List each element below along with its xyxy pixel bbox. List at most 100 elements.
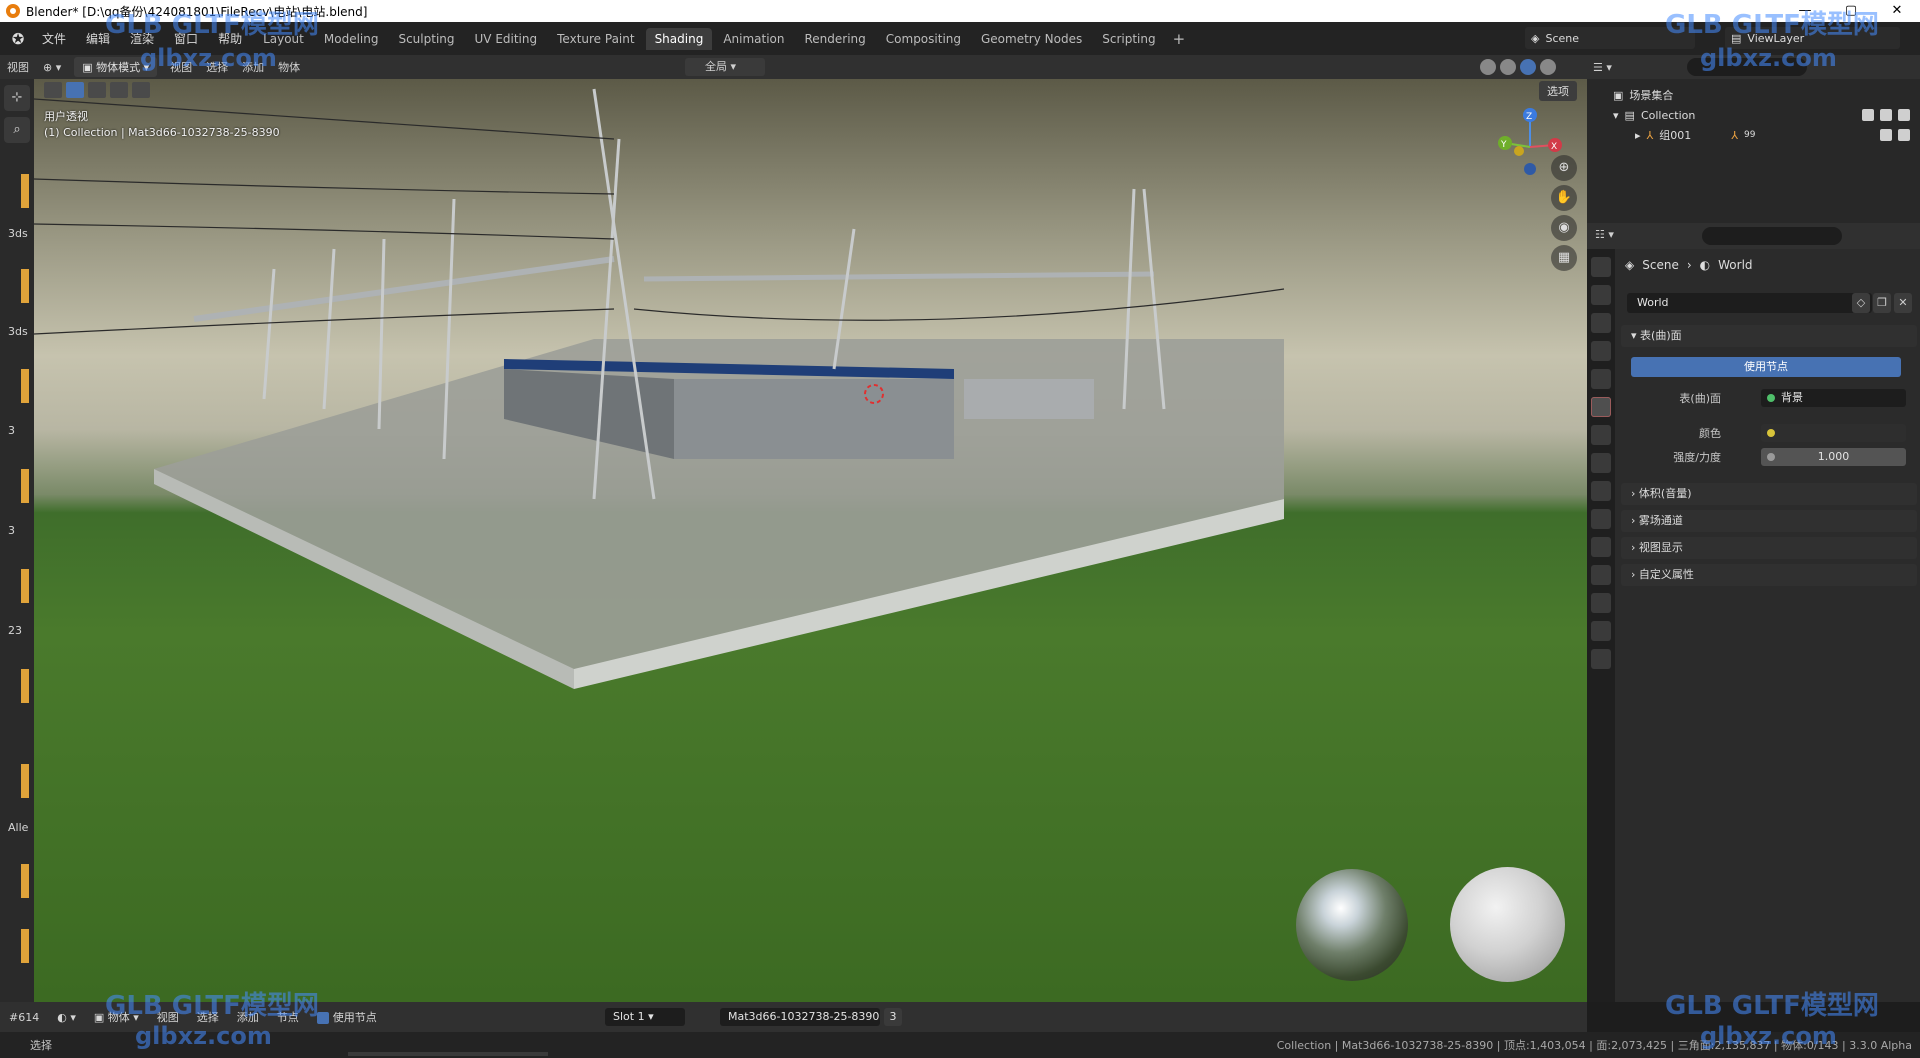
surface-panel-title[interactable]: ▾ 表(曲)面: [1621, 325, 1917, 347]
constraints-tab-icon[interactable]: [1591, 565, 1611, 585]
menu-render[interactable]: 渲染: [120, 30, 164, 47]
collection-row[interactable]: ▾ ▤ Collection: [1587, 105, 1920, 125]
render-tab-icon[interactable]: [1591, 285, 1611, 305]
tool-toggle-button[interactable]: [44, 82, 62, 98]
transform-orientation-dropdown[interactable]: 全局 ▾: [685, 58, 765, 76]
data-tab-icon[interactable]: [1591, 593, 1611, 613]
menu-window[interactable]: 窗口: [164, 30, 208, 47]
select-extend-button[interactable]: [88, 82, 106, 98]
menu-view[interactable]: 视图: [148, 1009, 188, 1025]
menu-select[interactable]: 选择: [199, 59, 235, 75]
render-camera-icon[interactable]: [1898, 109, 1910, 121]
world-datablock-field[interactable]: World: [1627, 293, 1872, 313]
tab-animation[interactable]: Animation: [714, 28, 793, 50]
tool-tab-icon[interactable]: [1591, 257, 1611, 277]
group-row[interactable]: ▸ ⅄ 组001 ⅄ 99: [1587, 125, 1920, 145]
visibility-eye-icon[interactable]: [1880, 129, 1892, 141]
scene-selector[interactable]: ◈ Scene: [1525, 27, 1695, 49]
wireframe-shading-button[interactable]: [1480, 59, 1496, 75]
menu-object[interactable]: 物体: [271, 59, 307, 75]
rendered-shading-button[interactable]: [1540, 59, 1556, 75]
asset-thumbnail[interactable]: [21, 669, 29, 703]
editor-type-label[interactable]: 视图: [0, 59, 36, 75]
collection-tab-icon[interactable]: [1591, 425, 1611, 445]
asset-thumbnail[interactable]: [21, 764, 29, 798]
fake-user-icon[interactable]: ◇: [1852, 293, 1870, 313]
material-preview-shading-button[interactable]: [1520, 59, 1536, 75]
duplicate-icon[interactable]: ❐: [1873, 293, 1891, 313]
particles-tab-icon[interactable]: [1591, 509, 1611, 529]
tab-shading[interactable]: Shading: [645, 27, 713, 50]
custom-properties-panel[interactable]: › 自定义属性: [1621, 564, 1917, 586]
object-tab-icon[interactable]: [1591, 453, 1611, 473]
material-user-count[interactable]: 3: [884, 1008, 902, 1026]
search-tool-icon[interactable]: ⌕: [4, 117, 30, 143]
exclude-checkbox[interactable]: [1862, 109, 1874, 121]
modifier-tab-icon[interactable]: [1591, 481, 1611, 501]
texture-tab-icon[interactable]: [1591, 649, 1611, 669]
menu-view[interactable]: 视图: [163, 59, 199, 75]
unlink-icon[interactable]: ✕: [1894, 293, 1912, 313]
menu-file[interactable]: 文件: [32, 30, 76, 47]
use-nodes-checkbox[interactable]: 使用节点: [308, 1009, 386, 1025]
properties-editor-icon[interactable]: ☷ ▾: [1595, 228, 1614, 241]
asset-thumbnail[interactable]: [21, 469, 29, 503]
menu-add[interactable]: 添加: [228, 1009, 268, 1025]
solid-shading-button[interactable]: [1500, 59, 1516, 75]
select-box-button[interactable]: [66, 82, 84, 98]
close-button[interactable]: ✕: [1874, 0, 1920, 22]
world-tab-icon[interactable]: [1591, 397, 1611, 417]
menu-add[interactable]: 添加: [235, 59, 271, 75]
tab-modeling[interactable]: Modeling: [315, 28, 388, 50]
tab-uv-editing[interactable]: UV Editing: [466, 28, 547, 50]
material-slot-dropdown[interactable]: Slot 1 ▾: [605, 1008, 685, 1026]
tab-sculpting[interactable]: Sculpting: [389, 28, 463, 50]
expand-arrow-icon[interactable]: ▾: [1613, 109, 1619, 122]
camera-icon[interactable]: ◉: [1551, 215, 1577, 241]
ortho-grid-icon[interactable]: ▦: [1551, 245, 1577, 271]
menu-edit[interactable]: 编辑: [76, 30, 120, 47]
minimize-button[interactable]: —: [1782, 0, 1828, 22]
menu-select[interactable]: 选择: [188, 1009, 228, 1025]
maximize-button[interactable]: ▢: [1828, 0, 1874, 22]
outliner-editor-icon[interactable]: ☰ ▾: [1593, 61, 1612, 74]
volume-panel[interactable]: › 体积(音量): [1621, 483, 1917, 505]
properties-search-input[interactable]: [1702, 227, 1842, 245]
color-field[interactable]: [1761, 424, 1906, 442]
3d-viewport[interactable]: 选项 用户透视 (1) Collection | Mat3d66-1032738…: [34, 79, 1587, 1002]
strength-field[interactable]: 1.000: [1761, 448, 1906, 466]
visibility-eye-icon[interactable]: [1880, 109, 1892, 121]
surface-panel[interactable]: ▾ 表(曲)面: [1621, 325, 1917, 347]
mist-pass-panel[interactable]: › 雾场通道: [1621, 510, 1917, 532]
expand-arrow-icon[interactable]: ▸: [1635, 129, 1641, 142]
object-shader-type[interactable]: ▣ 物体 ▾: [85, 1009, 148, 1025]
view-layer-tab-icon[interactable]: [1591, 341, 1611, 361]
asset-thumbnail[interactable]: [21, 369, 29, 403]
tab-compositing[interactable]: Compositing: [877, 28, 970, 50]
surface-shader-field[interactable]: 背景: [1761, 389, 1906, 407]
blender-logo-icon[interactable]: ✪: [4, 28, 32, 50]
asset-thumbnail[interactable]: [21, 174, 29, 208]
asset-thumbnail[interactable]: [21, 569, 29, 603]
editor-type-dropdown[interactable]: ◐ ▾: [48, 1011, 85, 1024]
scene-collection-row[interactable]: ▣ 场景集合: [1587, 85, 1920, 105]
scene-tab-icon[interactable]: [1591, 369, 1611, 389]
menu-help[interactable]: 帮助: [208, 30, 252, 47]
tab-rendering[interactable]: Rendering: [796, 28, 875, 50]
asset-thumbnail[interactable]: [21, 269, 29, 303]
render-camera-icon[interactable]: [1898, 129, 1910, 141]
mode-selector[interactable]: ▣ 物体模式 ▾: [74, 57, 158, 77]
view-layer-selector[interactable]: ▤ ViewLayer: [1725, 27, 1900, 49]
options-dropdown[interactable]: 选项: [1539, 81, 1577, 101]
viewport-display-panel[interactable]: › 视图显示: [1621, 537, 1917, 559]
tab-scripting[interactable]: Scripting: [1093, 28, 1164, 50]
add-workspace-button[interactable]: +: [1165, 30, 1194, 48]
tab-texture-paint[interactable]: Texture Paint: [548, 28, 643, 50]
use-nodes-button[interactable]: 使用节点: [1631, 357, 1901, 377]
cursor-tool-icon[interactable]: ⊹: [4, 85, 30, 111]
tab-layout[interactable]: Layout: [254, 28, 313, 50]
asset-thumbnail[interactable]: [21, 929, 29, 963]
physics-tab-icon[interactable]: [1591, 537, 1611, 557]
material-tab-icon[interactable]: [1591, 621, 1611, 641]
outliner-search-input[interactable]: [1687, 58, 1807, 76]
